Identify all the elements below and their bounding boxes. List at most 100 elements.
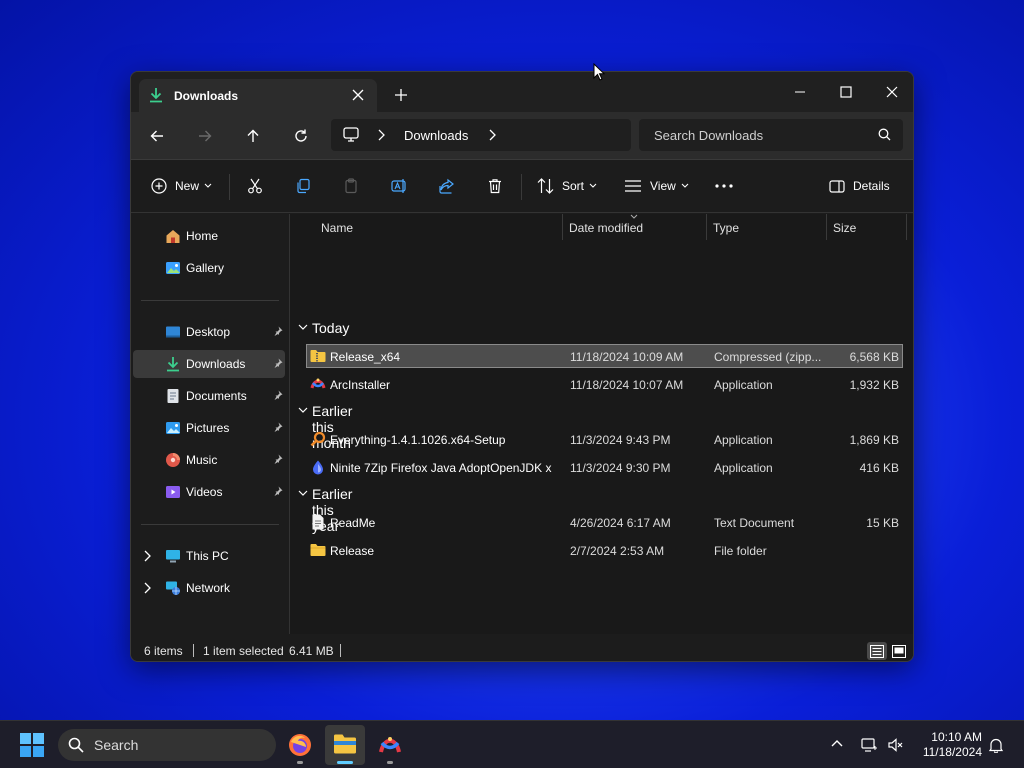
details-pane-icon xyxy=(829,179,845,193)
minimize-button[interactable] xyxy=(777,78,823,106)
chevron-down-icon xyxy=(204,183,212,189)
new-button[interactable]: New xyxy=(151,176,212,196)
tiles-view-icon[interactable] xyxy=(889,642,909,660)
status-divider xyxy=(193,644,194,657)
file-size: 416 KB xyxy=(859,461,899,475)
search-box[interactable]: Search Downloads xyxy=(639,119,903,151)
sidebar-item-videos[interactable]: Videos xyxy=(133,478,285,506)
chevron-right-icon[interactable] xyxy=(377,129,385,141)
up-arrow-icon[interactable] xyxy=(241,124,265,148)
windows-start-icon[interactable] xyxy=(20,733,44,757)
sidebar-label: Gallery xyxy=(186,261,225,275)
address-bar[interactable]: Downloads xyxy=(331,119,631,151)
downloads-icon xyxy=(165,356,181,372)
view-label: View xyxy=(650,179,676,193)
chevron-right-icon[interactable] xyxy=(488,129,496,141)
taskbar-search[interactable]: Search xyxy=(58,729,276,761)
chevron-down-icon[interactable] xyxy=(298,324,308,330)
view-list-icon xyxy=(625,180,641,192)
copy-button[interactable] xyxy=(295,176,311,196)
file-list-pane: Name Date modified Type Size Today Relea… xyxy=(289,214,913,634)
column-header-date[interactable]: Date modified xyxy=(569,221,643,235)
sidebar-item-music[interactable]: Music xyxy=(133,446,285,474)
maximize-button[interactable] xyxy=(823,78,869,106)
rename-icon xyxy=(391,178,408,194)
breadcrumb-downloads[interactable]: Downloads xyxy=(404,128,468,143)
cut-button[interactable] xyxy=(247,176,263,196)
tab-downloads[interactable]: Downloads xyxy=(139,79,377,112)
see-more-button[interactable] xyxy=(715,176,733,196)
file-row-release-x64[interactable]: Release_x64 11/18/2024 10:09 AM Compress… xyxy=(306,344,903,368)
delete-button[interactable] xyxy=(487,176,503,196)
details-view-icon[interactable] xyxy=(867,642,887,660)
file-size: 15 KB xyxy=(866,516,899,530)
file-name: ArcInstaller xyxy=(330,378,391,392)
chevron-right-icon[interactable] xyxy=(143,550,151,562)
rename-button[interactable] xyxy=(391,176,408,196)
file-row-readme[interactable]: ReadMe 4/26/2024 6:17 AM Text Document 1… xyxy=(306,510,903,534)
column-header-name[interactable]: Name xyxy=(321,221,353,235)
sidebar-label: Pictures xyxy=(186,421,230,435)
details-pane-button[interactable]: Details xyxy=(829,176,890,196)
column-divider[interactable] xyxy=(826,214,827,240)
system-clock[interactable]: 10:10 AM 11/18/2024 xyxy=(912,730,982,760)
forward-arrow-icon[interactable] xyxy=(193,124,217,148)
add-circle-icon xyxy=(151,178,167,194)
new-tab-icon[interactable] xyxy=(393,87,409,103)
file-row-release-folder[interactable]: Release 2/7/2024 2:53 AM File folder xyxy=(306,538,903,562)
file-row-everything-setup[interactable]: Everything-1.4.1.1026.x64-Setup 11/3/202… xyxy=(306,427,903,451)
taskbar-app-file-explorer[interactable] xyxy=(325,725,365,765)
selection-size: 6.41 MB xyxy=(289,644,334,658)
arc-app-icon xyxy=(310,376,326,392)
file-type: Text Document xyxy=(714,516,795,530)
pin-icon[interactable] xyxy=(273,358,283,368)
sidebar-item-desktop[interactable]: Desktop xyxy=(133,318,285,346)
notification-bell-icon[interactable] xyxy=(988,737,1004,753)
zip-folder-icon xyxy=(310,348,326,364)
sidebar-item-gallery[interactable]: Gallery xyxy=(133,254,285,282)
column-header-type[interactable]: Type xyxy=(713,221,739,235)
column-divider[interactable] xyxy=(562,214,563,240)
sidebar-item-this-pc[interactable]: This PC xyxy=(133,542,285,570)
close-window-button[interactable] xyxy=(869,78,913,106)
sidebar-item-network[interactable]: Network xyxy=(133,574,285,602)
pin-icon[interactable] xyxy=(273,454,283,464)
chevron-down-icon[interactable] xyxy=(298,407,308,413)
sidebar-item-pictures[interactable]: Pictures xyxy=(133,414,285,442)
pin-icon[interactable] xyxy=(273,422,283,432)
monitor-icon[interactable] xyxy=(343,127,359,142)
column-header-size[interactable]: Size xyxy=(833,221,856,235)
sort-button[interactable]: Sort xyxy=(537,176,597,196)
column-divider[interactable] xyxy=(906,214,907,240)
file-size: 6,568 KB xyxy=(849,350,899,364)
column-divider[interactable] xyxy=(706,214,707,240)
paste-button[interactable] xyxy=(343,176,359,196)
volume-muted-icon[interactable] xyxy=(887,737,903,753)
chevron-right-icon[interactable] xyxy=(143,582,151,594)
file-name: Release_x64 xyxy=(330,350,401,364)
close-tab-icon[interactable] xyxy=(351,88,365,102)
pin-icon[interactable] xyxy=(273,390,283,400)
refresh-icon[interactable] xyxy=(289,124,313,148)
view-button[interactable]: View xyxy=(625,176,689,196)
selection-count: 1 item selected xyxy=(203,644,284,658)
sidebar-item-downloads[interactable]: Downloads xyxy=(133,350,285,378)
taskbar-app-firefox[interactable] xyxy=(280,725,320,765)
ninite-app-icon xyxy=(310,459,326,475)
file-row-arcinstaller[interactable]: ArcInstaller 11/18/2024 10:07 AM Applica… xyxy=(306,372,903,396)
everything-app-icon xyxy=(310,431,326,447)
file-row-ninite[interactable]: Ninite 7Zip Firefox Java AdoptOpenJDK x.… xyxy=(306,455,903,479)
file-name: Ninite 7Zip Firefox Java AdoptOpenJDK x.… xyxy=(330,461,552,475)
back-arrow-icon[interactable] xyxy=(145,124,169,148)
chevron-up-icon[interactable] xyxy=(831,739,843,747)
pin-icon[interactable] xyxy=(273,326,283,336)
sidebar-item-home[interactable]: Home xyxy=(133,222,285,250)
navigation-bar: Downloads Search Downloads xyxy=(131,112,913,160)
sidebar-item-documents[interactable]: Documents xyxy=(133,382,285,410)
share-button[interactable] xyxy=(439,176,455,196)
sidebar-divider xyxy=(141,524,279,525)
taskbar-app-arc[interactable] xyxy=(370,725,410,765)
network-status-icon[interactable] xyxy=(861,737,877,753)
chevron-down-icon[interactable] xyxy=(298,490,308,496)
pin-icon[interactable] xyxy=(273,486,283,496)
